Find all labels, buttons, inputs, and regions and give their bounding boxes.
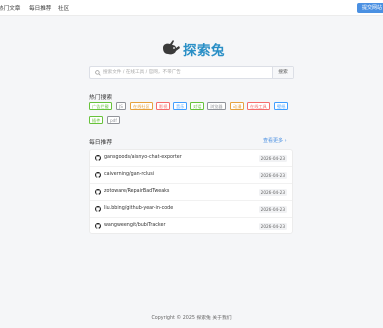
list-item[interactable]: zotoware/RepairBadTweaks 2026-04-23 [90, 184, 292, 201]
top-navbar: 热门文章 每日推荐 社区 提交网站 [0, 0, 383, 16]
hot-tag[interactable]: 在线工具 [247, 102, 270, 110]
hot-tag[interactable]: 音乐 [173, 102, 188, 110]
date-badge: 2026-04-23 [258, 155, 287, 162]
hot-tag[interactable]: 广告拦截 [89, 102, 112, 110]
hot-tag[interactable]: pdf [107, 116, 120, 124]
daily-picks-list: gansgoods/aisnyo-chat-exporter 2026-04-2… [89, 149, 293, 234]
date-badge: 2026-04-23 [258, 206, 287, 213]
list-item[interactable]: gansgoods/aisnyo-chat-exporter 2026-04-2… [90, 150, 292, 167]
nav-daily-picks[interactable]: 每日推荐 [29, 4, 51, 12]
github-icon [95, 172, 101, 178]
hot-tag[interactable]: 插件 [89, 116, 104, 124]
repo-name: liu.bbing/github-year-in-code [104, 206, 174, 211]
date-badge: 2026-04-23 [258, 189, 287, 196]
hot-tag[interactable]: 浏览器 [207, 102, 226, 110]
github-icon [95, 206, 101, 212]
footer-copyright: Copyright © 2025 探索兔 关于我们 [151, 316, 232, 321]
date-badge: 2026-04-23 [258, 223, 287, 230]
submit-site-button[interactable]: 提交网站 [357, 3, 383, 13]
github-icon [95, 189, 101, 195]
list-item[interactable]: liu.bbing/github-year-in-code 2026-04-23 [90, 201, 292, 218]
repo-name: gansgoods/aisnyo-chat-exporter [104, 155, 182, 160]
list-item[interactable]: wangweengit/bubiTracker 2026-04-23 [90, 218, 292, 235]
search-icon [95, 70, 101, 76]
search-button[interactable]: 搜索 [272, 67, 293, 78]
nav-hot-articles[interactable]: 热门文章 [0, 4, 20, 12]
repo-name: zotoware/RepairBadTweaks [104, 189, 170, 194]
search-input[interactable] [103, 67, 263, 78]
repo-name: wangweengit/bubiTracker [104, 223, 166, 228]
github-icon [95, 223, 101, 229]
hot-tag[interactable]: 对话 [190, 102, 205, 110]
nav-community[interactable]: 社区 [58, 4, 69, 12]
list-item[interactable]: caiverning/gan-rclusi 2026-04-23 [90, 167, 292, 184]
date-badge: 2026-04-23 [258, 172, 287, 179]
hot-tag[interactable]: 动漫 [230, 102, 245, 110]
site-logo[interactable]: 探索兔 [161, 38, 225, 59]
hot-search-title: 热门搜索 [89, 95, 113, 101]
repo-name: caiverning/gan-rclusi [104, 172, 155, 177]
github-icon [95, 155, 101, 161]
logo-text: 探索兔 [183, 43, 225, 59]
view-more-link[interactable]: 查看更多 › [263, 137, 287, 144]
daily-picks-title: 每日推荐 [89, 140, 113, 146]
hot-tag[interactable]: 在线社区 [130, 102, 153, 110]
hot-tag[interactable]: 影视 [156, 102, 171, 110]
hot-tag[interactable]: 壁纸 [274, 102, 289, 110]
hot-tag[interactable]: JS [116, 102, 126, 110]
search-bar: 搜索 [89, 66, 294, 79]
rabbit-icon [163, 40, 180, 55]
